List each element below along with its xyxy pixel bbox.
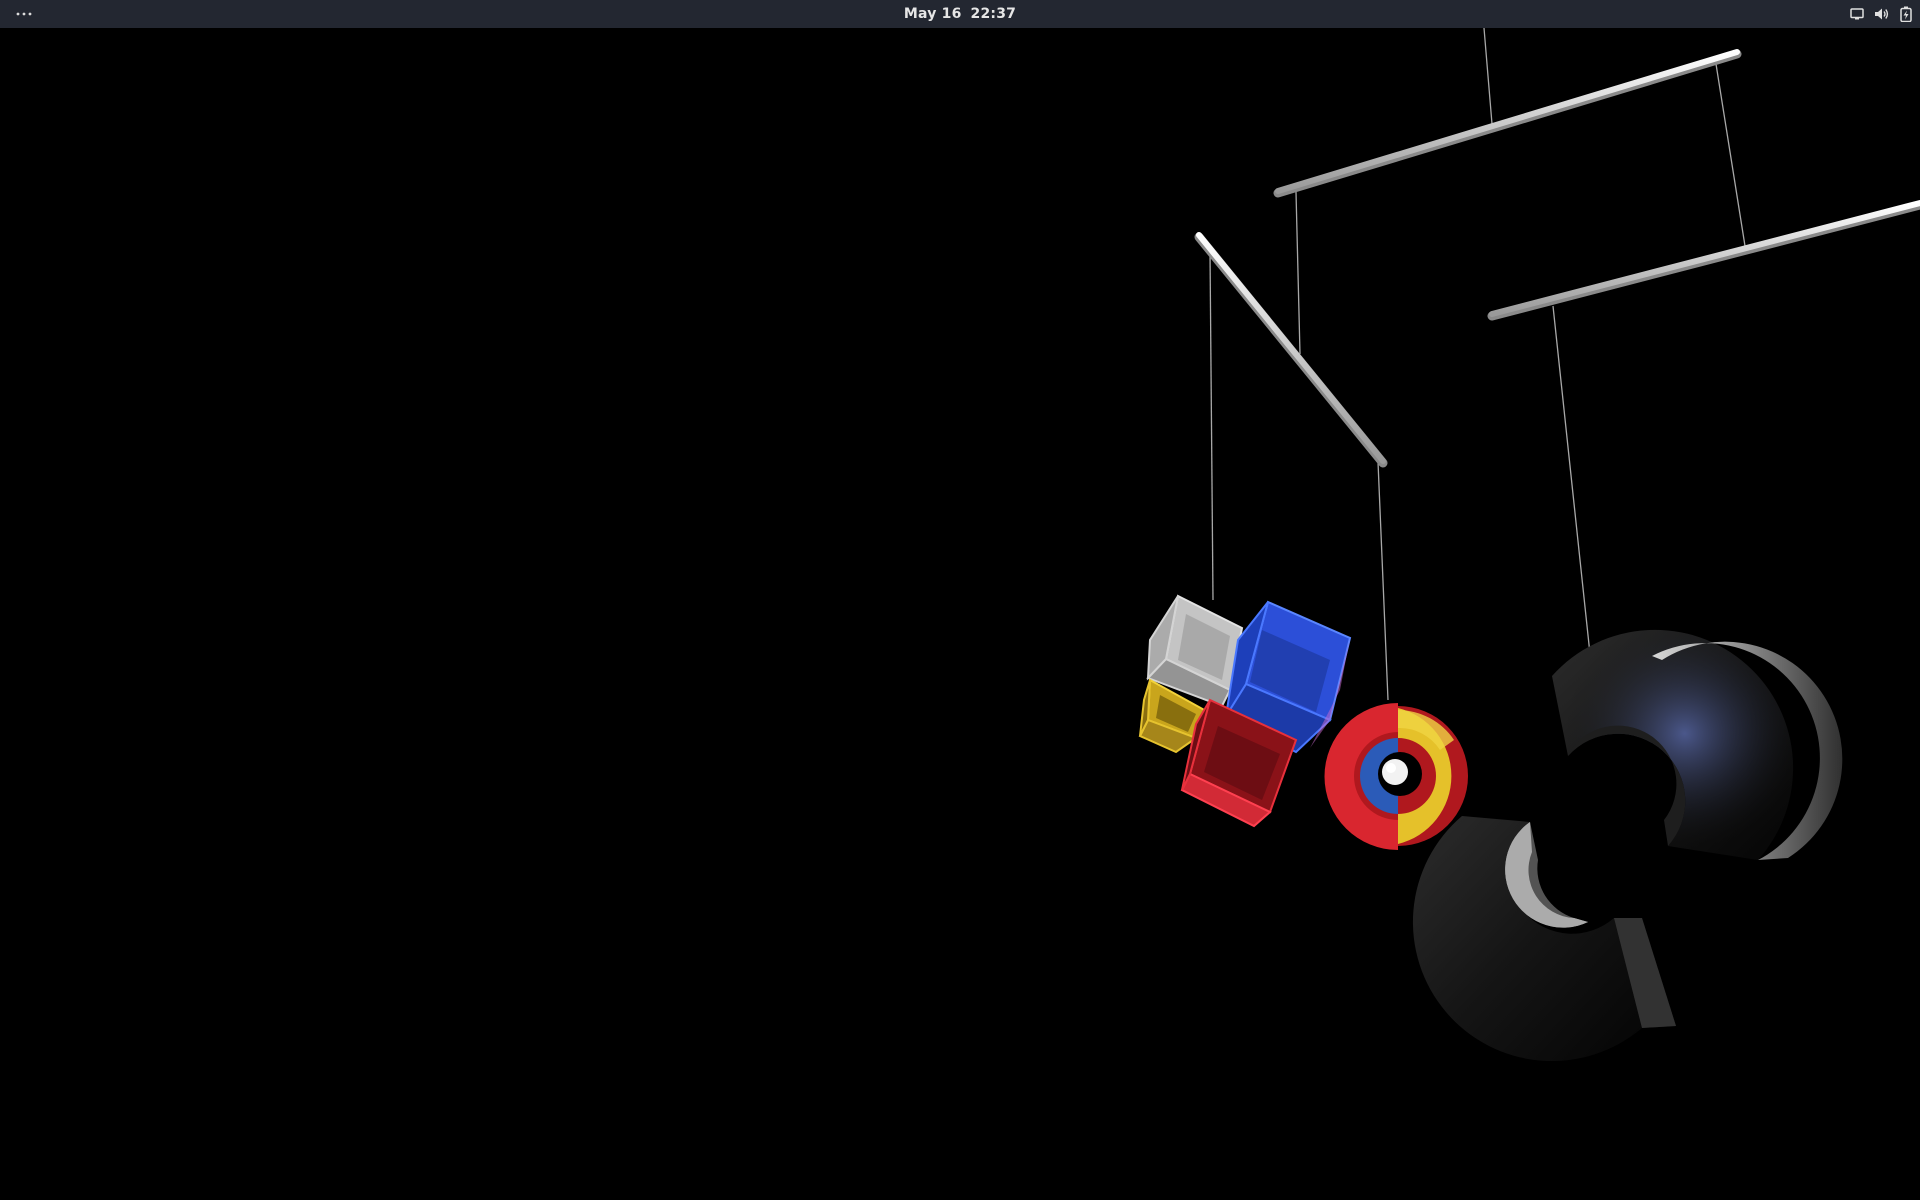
clock-button[interactable]: May 16 22:37 xyxy=(904,6,1016,22)
desktop-wallpaper xyxy=(0,28,1920,1200)
clock-time: 22:37 xyxy=(970,6,1017,22)
activities-button[interactable] xyxy=(12,2,36,26)
top-bar: May 16 22:37 xyxy=(0,0,1920,28)
system-tray[interactable] xyxy=(1850,0,1912,28)
screen-icon xyxy=(1850,8,1864,20)
mobile-sculpture-illustration xyxy=(1138,28,1920,1062)
volume-icon xyxy=(1874,7,1890,21)
battery-icon xyxy=(1900,6,1912,22)
ellipsis-icon xyxy=(16,12,32,16)
clock-date: May 16 xyxy=(903,6,962,22)
